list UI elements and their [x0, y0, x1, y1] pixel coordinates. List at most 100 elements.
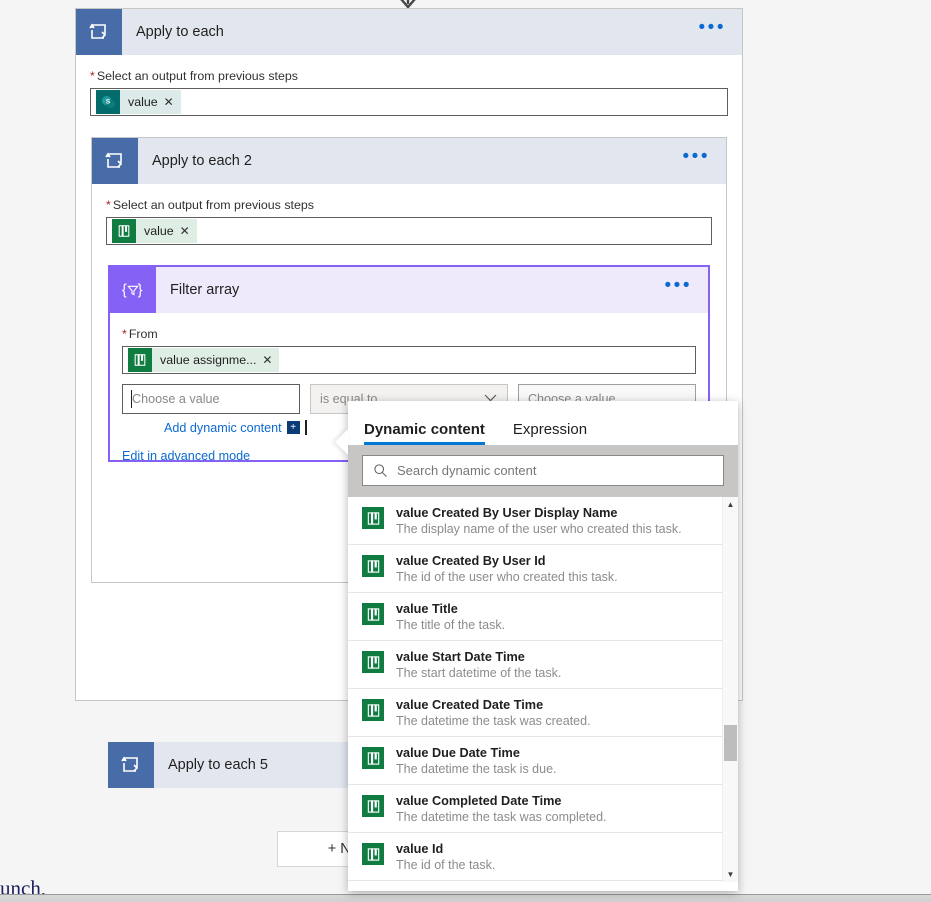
- token-value-sharepoint[interactable]: S value ✕: [96, 90, 181, 114]
- apply-to-each-2-input[interactable]: value ✕: [106, 217, 712, 245]
- planner-icon: [362, 603, 384, 625]
- flyout-tab-bar: Dynamic content Expression: [348, 401, 738, 445]
- dynamic-content-item[interactable]: value Created Date Time The datetime the …: [348, 689, 738, 737]
- dynamic-content-item[interactable]: value Created By User Display Name The di…: [348, 497, 738, 545]
- dynamic-content-item-title: value Due Date Time: [396, 746, 520, 760]
- dynamic-content-item-text: value Start Date Time The start datetime …: [384, 650, 561, 680]
- apply-to-each-menu-button[interactable]: •••: [691, 18, 742, 42]
- loop-icon: [76, 9, 122, 55]
- filter-array-from-input[interactable]: value assignme... ✕: [122, 346, 696, 374]
- required-marker: *: [90, 69, 95, 83]
- dynamic-content-item-description: The datetime the task was completed.: [396, 810, 607, 824]
- text-caret: [131, 390, 132, 408]
- apply-to-each-header[interactable]: Apply to each •••: [76, 9, 742, 55]
- tab-dynamic-content[interactable]: Dynamic content: [364, 421, 485, 445]
- dynamic-content-item-text: value Created Date Time The datetime the …: [384, 698, 591, 728]
- search-icon: [363, 463, 397, 478]
- svg-text:S: S: [105, 98, 110, 105]
- loop-icon: [108, 742, 154, 788]
- dynamic-content-item[interactable]: value Title The title of the task.: [348, 593, 738, 641]
- planner-icon: [362, 507, 384, 529]
- filter-array-menu-button[interactable]: •••: [657, 276, 708, 300]
- dynamic-content-item-description: The datetime the task was created.: [396, 714, 591, 728]
- dynamic-content-item-title: value Created By User Id: [396, 554, 546, 568]
- token-label: value assignme...: [160, 353, 257, 367]
- planner-icon: [362, 747, 384, 769]
- planner-icon: [128, 348, 152, 372]
- dynamic-content-item-description: The id of the task.: [396, 858, 496, 872]
- svg-text:}: }: [138, 283, 143, 299]
- dynamic-content-item-text: value Due Date Time The datetime the task…: [384, 746, 557, 776]
- planner-icon: [362, 795, 384, 817]
- search-input[interactable]: [397, 463, 723, 478]
- planner-icon: [362, 555, 384, 577]
- search-wrapper: [348, 445, 738, 497]
- token-label: value: [144, 224, 174, 238]
- dynamic-content-item[interactable]: value assignments Assigned To User IdThe…: [348, 881, 738, 882]
- add-dynamic-content-link[interactable]: Add dynamic content: [164, 421, 282, 435]
- dynamic-content-item-description: The id of the user who created this task…: [396, 570, 618, 584]
- dynamic-content-item-text: value Created By User Id The id of the us…: [384, 554, 618, 584]
- dynamic-content-items: value Created By User Display Name The di…: [348, 497, 738, 882]
- scroll-up-arrow-icon[interactable]: ▲: [723, 497, 738, 512]
- token-remove-icon[interactable]: ✕: [179, 224, 197, 238]
- dynamic-content-flyout: Dynamic content Expression value Created…: [335, 401, 738, 891]
- condition-left-input[interactable]: Choose a value: [122, 384, 301, 414]
- filter-icon: { }: [110, 267, 156, 313]
- dynamic-content-item[interactable]: value Created By User Id The id of the us…: [348, 545, 738, 593]
- apply-to-each-2-body: * Select an output from previous steps va…: [92, 198, 726, 245]
- bottom-divider: [0, 894, 931, 902]
- filter-array-title: Filter array: [170, 282, 240, 298]
- planner-icon: [112, 219, 136, 243]
- planner-icon: [362, 699, 384, 721]
- token-value-planner[interactable]: value ✕: [112, 219, 197, 243]
- filter-array-header[interactable]: { } Filter array •••: [110, 267, 708, 313]
- required-marker: *: [106, 198, 111, 212]
- text-caret: [304, 420, 307, 435]
- dynamic-content-item-title: value Created Date Time: [396, 698, 544, 712]
- dynamic-content-item-text: value Title The title of the task.: [384, 602, 505, 632]
- apply-to-each-title: Apply to each: [136, 24, 224, 40]
- loop-icon: [92, 138, 138, 184]
- apply-to-each-2-menu-button[interactable]: •••: [675, 147, 726, 171]
- apply-to-each-2-title: Apply to each 2: [152, 153, 252, 169]
- flyout-pointer: [335, 429, 348, 455]
- dynamic-content-item-title: value Title: [396, 602, 458, 616]
- dynamic-content-item-description: The start datetime of the task.: [396, 666, 562, 680]
- dynamic-content-scrollbar[interactable]: ▲ ▼: [722, 497, 738, 882]
- dynamic-content-item[interactable]: value Completed Date Time The datetime th…: [348, 785, 738, 833]
- flow-designer-canvas: Apply to each ••• * Select an output from…: [0, 0, 931, 902]
- scrollbar-thumb[interactable]: [724, 725, 737, 761]
- dynamic-content-item-title: value Id: [396, 842, 444, 856]
- apply-to-each-2-field-label: * Select an output from previous steps: [106, 198, 314, 212]
- dynamic-content-item-title: value Created By User Display Name: [396, 506, 618, 520]
- dynamic-content-item-title: value Start Date Time: [396, 650, 525, 664]
- dynamic-content-item-description: The datetime the task is due.: [396, 762, 557, 776]
- dynamic-content-item[interactable]: value Due Date Time The datetime the task…: [348, 737, 738, 785]
- token-remove-icon[interactable]: ✕: [261, 353, 279, 367]
- plus-icon[interactable]: +: [286, 421, 300, 434]
- search-box[interactable]: [362, 455, 724, 486]
- dynamic-content-list: value Created By User Display Name The di…: [348, 497, 738, 882]
- filter-array-from-label: * From: [122, 327, 158, 341]
- dynamic-content-item-description: The title of the task.: [396, 618, 506, 632]
- dynamic-content-item[interactable]: value Id The id of the task.: [348, 833, 738, 881]
- svg-text:{: {: [122, 283, 127, 299]
- planner-icon: [362, 843, 384, 865]
- token-label: value: [128, 95, 158, 109]
- dynamic-content-item-title: value Completed Date Time: [396, 794, 562, 808]
- apply-to-each-2-header[interactable]: Apply to each 2 •••: [92, 138, 726, 184]
- apply-to-each-field-label: * Select an output from previous steps: [90, 69, 298, 83]
- dynamic-content-item-description: The display name of the user who created…: [396, 522, 682, 536]
- dynamic-content-item-text: value Id The id of the task.: [384, 842, 495, 872]
- scroll-down-arrow-icon[interactable]: ▼: [723, 867, 738, 882]
- token-remove-icon[interactable]: ✕: [163, 95, 181, 109]
- dynamic-content-item[interactable]: value Start Date Time The start datetime …: [348, 641, 738, 689]
- apply-to-each-input[interactable]: S value ✕: [90, 88, 728, 116]
- sharepoint-icon: S: [96, 90, 120, 114]
- apply-to-each-body: * Select an output from previous steps S …: [76, 69, 742, 116]
- planner-icon: [362, 651, 384, 673]
- dynamic-content-item-text: value Created By User Display Name The di…: [384, 506, 682, 536]
- token-value-assignments[interactable]: value assignme... ✕: [128, 348, 280, 372]
- tab-expression[interactable]: Expression: [513, 421, 587, 445]
